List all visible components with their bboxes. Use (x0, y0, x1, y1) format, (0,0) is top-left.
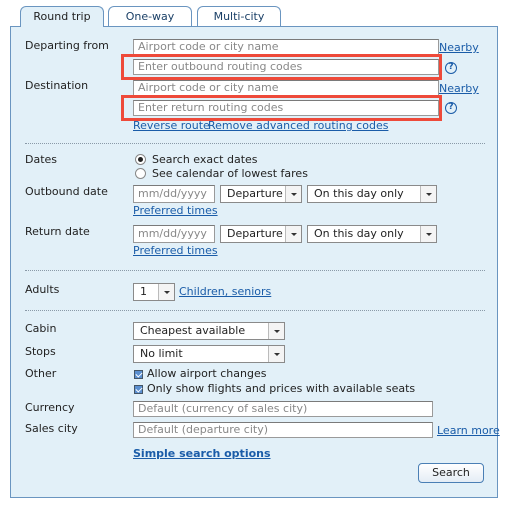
chevron-down-icon (420, 226, 436, 242)
cabin-select[interactable]: Cheapest available (133, 322, 285, 340)
return-time-type-select[interactable]: Departure (220, 225, 302, 243)
remove-routing-codes-link[interactable]: Remove advanced routing codes (208, 119, 388, 132)
children-seniors-link[interactable]: Children, seniors (179, 285, 271, 298)
outbound-date-label: Outbound date (25, 185, 108, 198)
return-date-input[interactable]: mm/dd/yyyy (133, 225, 215, 243)
exact-dates-radio[interactable] (135, 154, 146, 165)
simple-search-options-link[interactable]: Simple search options (133, 447, 271, 460)
calendar-fares-radio[interactable] (135, 168, 146, 179)
sales-city-input[interactable]: Default (departure city) (133, 422, 433, 438)
chevron-down-icon (285, 186, 301, 202)
tab-multi-city[interactable]: Multi-city (197, 6, 281, 26)
currency-label: Currency (25, 401, 75, 414)
adults-value: 1 (140, 285, 147, 298)
stops-select[interactable]: No limit (133, 345, 285, 363)
search-form-panel: Departing from Airport code or city name… (10, 26, 500, 498)
currency-input[interactable]: Default (currency of sales city) (133, 401, 433, 417)
cabin-label: Cabin (25, 322, 57, 335)
stops-label: Stops (25, 345, 56, 358)
section-divider (25, 143, 485, 144)
chevron-down-icon (268, 323, 284, 339)
nearby-destination-link[interactable]: Nearby (439, 82, 479, 95)
adults-label: Adults (25, 283, 60, 296)
return-flex-select[interactable]: On this day only (307, 225, 437, 243)
stops-value: No limit (140, 347, 183, 360)
destination-label: Destination (25, 79, 89, 92)
nearby-departing-link[interactable]: Nearby (439, 41, 479, 54)
return-preferred-times-link[interactable]: Preferred times (133, 244, 218, 257)
calendar-fares-label: See calendar of lowest fares (152, 167, 308, 180)
section-divider (25, 310, 485, 311)
help-icon[interactable]: ? (445, 102, 457, 114)
allow-airport-changes-checkbox[interactable] (134, 370, 143, 379)
available-seats-checkbox[interactable] (134, 385, 143, 394)
dates-label: Dates (25, 153, 58, 166)
reverse-route-link[interactable]: Reverse route (133, 119, 210, 132)
return-time-type-value: Departure (227, 227, 283, 240)
chevron-down-icon (420, 186, 436, 202)
chevron-down-icon (268, 346, 284, 362)
learn-more-link[interactable]: Learn more (437, 424, 500, 437)
return-flex-value: On this day only (314, 227, 404, 240)
departing-from-label: Departing from (25, 39, 109, 52)
outbound-preferred-times-link[interactable]: Preferred times (133, 204, 218, 217)
outbound-flex-value: On this day only (314, 187, 404, 200)
chevron-down-icon (285, 226, 301, 242)
search-button[interactable]: Search (418, 463, 484, 483)
cabin-value: Cheapest available (140, 324, 246, 337)
destination-input[interactable]: Airport code or city name (133, 80, 439, 96)
adults-select[interactable]: 1 (133, 283, 175, 301)
exact-dates-label: Search exact dates (152, 153, 258, 166)
section-divider (25, 270, 485, 271)
departing-from-input[interactable]: Airport code or city name (133, 39, 439, 55)
tab-round-trip[interactable]: Round trip (20, 6, 104, 27)
outbound-flex-select[interactable]: On this day only (307, 185, 437, 203)
available-seats-label: Only show flights and prices with availa… (147, 382, 416, 395)
sales-city-label: Sales city (25, 422, 78, 435)
other-label: Other (25, 367, 57, 380)
outbound-time-type-select[interactable]: Departure (220, 185, 302, 203)
outbound-routing-input[interactable]: Enter outbound routing codes (133, 59, 439, 75)
help-icon[interactable]: ? (445, 62, 457, 74)
return-routing-input[interactable]: Enter return routing codes (133, 100, 439, 116)
return-date-label: Return date (25, 225, 90, 238)
outbound-date-input[interactable]: mm/dd/yyyy (133, 185, 215, 203)
tab-one-way[interactable]: One-way (108, 6, 192, 26)
allow-airport-changes-label: Allow airport changes (147, 367, 267, 380)
outbound-time-type-value: Departure (227, 187, 283, 200)
chevron-down-icon (158, 284, 174, 300)
